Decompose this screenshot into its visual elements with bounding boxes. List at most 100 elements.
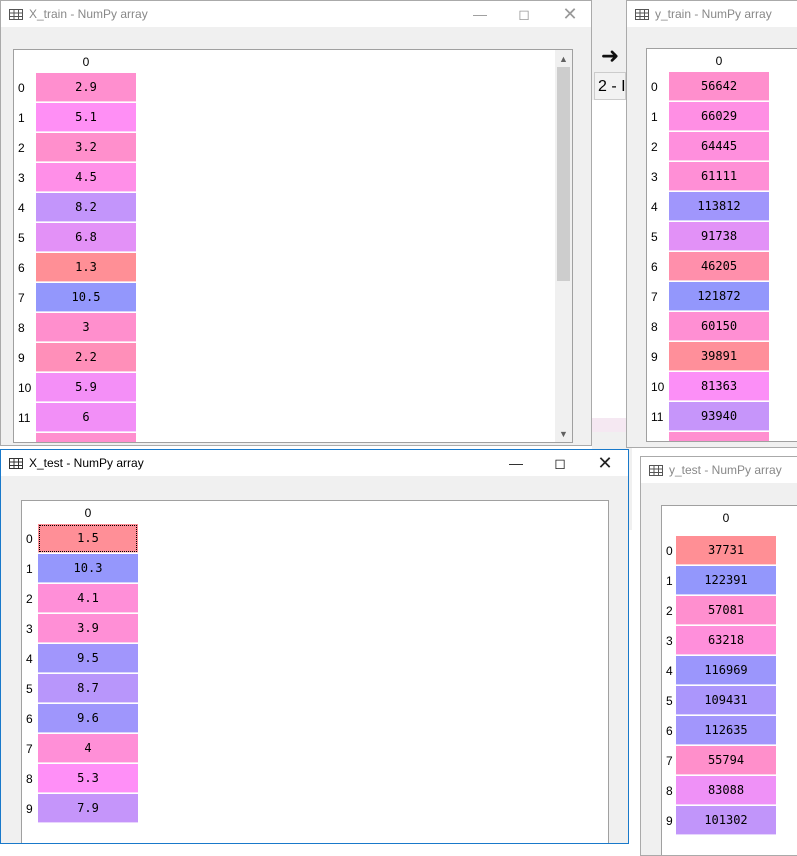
close-icon[interactable]: ✕ bbox=[547, 1, 591, 27]
y-test-window: y_test - NumPy array 0 0 37731 1 122391 2 570… bbox=[640, 456, 797, 856]
table-cell[interactable]: 109431 bbox=[676, 686, 776, 715]
table-cell[interactable]: 2.2 bbox=[36, 343, 136, 372]
table-cell[interactable]: 101302 bbox=[676, 806, 776, 835]
table-cell[interactable]: 8.7 bbox=[38, 674, 138, 703]
column-header[interactable]: 0 bbox=[669, 50, 769, 72]
window-title: X_train - NumPy array bbox=[29, 7, 148, 21]
table-cell[interactable]: 6.8 bbox=[36, 223, 136, 252]
row-index[interactable]: 10 bbox=[647, 372, 667, 402]
table-cell[interactable]: 3.2 bbox=[36, 133, 136, 162]
partial-row bbox=[669, 432, 769, 441]
row-index[interactable]: 5 bbox=[647, 222, 667, 252]
table-cell[interactable]: 7.9 bbox=[38, 794, 138, 823]
maximize-icon[interactable]: ◻ bbox=[537, 450, 583, 476]
minimize-icon[interactable]: — bbox=[493, 450, 539, 476]
column-header[interactable]: 0 bbox=[676, 507, 776, 529]
table-cell[interactable]: 10.5 bbox=[36, 283, 136, 312]
column-header[interactable]: 0 bbox=[38, 502, 138, 524]
x-train-window: X_train - NumPy array — ◻ ✕ 0 0 2.9 1 5.1 2 3… bbox=[0, 0, 592, 446]
table-cell[interactable]: 5.1 bbox=[36, 103, 136, 132]
table-cell[interactable]: 9.5 bbox=[38, 644, 138, 673]
row-index[interactable]: 0 bbox=[14, 73, 34, 103]
window-title: y_test - NumPy array bbox=[669, 463, 782, 477]
table-cell[interactable]: 10.3 bbox=[38, 554, 138, 583]
row-index[interactable]: 8 bbox=[647, 312, 667, 342]
table-cell[interactable]: 4.5 bbox=[36, 163, 136, 192]
row-index[interactable]: 7 bbox=[647, 282, 667, 312]
table-cell[interactable]: 121872 bbox=[669, 282, 769, 311]
column-header[interactable]: 0 bbox=[36, 51, 136, 73]
y-test-table: 0 0 37731 1 122391 2 57081 3 63218 4 116969 5 10943… bbox=[661, 505, 797, 855]
row-index[interactable]: 3 bbox=[14, 163, 34, 193]
table-cell[interactable]: 39891 bbox=[669, 342, 769, 371]
table-cell[interactable]: 81363 bbox=[669, 372, 769, 401]
table-cell[interactable]: 57081 bbox=[676, 596, 776, 625]
table-cell[interactable]: 3.9 bbox=[38, 614, 138, 643]
y-test-titlebar[interactable]: y_test - NumPy array bbox=[641, 457, 797, 483]
scroll-thumb[interactable] bbox=[557, 67, 570, 281]
row-index[interactable]: 6 bbox=[14, 253, 34, 283]
row-index[interactable]: 10 bbox=[14, 373, 34, 403]
vertical-scrollbar[interactable]: ▲ ▼ bbox=[555, 50, 572, 442]
table-cell[interactable]: 4 bbox=[38, 734, 138, 763]
background-strip bbox=[592, 100, 626, 420]
arrow-left-icon[interactable]: ➜ bbox=[595, 42, 625, 70]
table-cell[interactable]: 116969 bbox=[676, 656, 776, 685]
table-cell[interactable]: 1.5 bbox=[38, 524, 138, 553]
table-cell[interactable]: 1.3 bbox=[36, 253, 136, 282]
scroll-down-icon[interactable]: ▼ bbox=[555, 425, 572, 442]
table-cell[interactable]: 93940 bbox=[669, 402, 769, 431]
row-index[interactable]: 8 bbox=[14, 313, 34, 343]
row-index[interactable]: 9 bbox=[647, 342, 667, 372]
table-cell[interactable]: 5.3 bbox=[38, 764, 138, 793]
table-cell[interactable]: 56642 bbox=[669, 72, 769, 101]
y-train-table: 0 0 56642 1 66029 2 64445 3 61111 4 113812 5 91738 6… bbox=[646, 48, 797, 442]
window-title: X_test - NumPy array bbox=[29, 456, 144, 470]
table-cell[interactable]: 122391 bbox=[676, 566, 776, 595]
table-cell[interactable]: 83088 bbox=[676, 776, 776, 805]
table-cell[interactable]: 112635 bbox=[676, 716, 776, 745]
row-index[interactable]: 4 bbox=[14, 193, 34, 223]
table-cell[interactable]: 46205 bbox=[669, 252, 769, 281]
table-cell[interactable]: 63218 bbox=[676, 626, 776, 655]
table-grid-icon bbox=[635, 8, 649, 20]
row-index[interactable]: 1 bbox=[14, 103, 34, 133]
row-index[interactable]: 11 bbox=[647, 402, 667, 432]
table-cell[interactable]: 4.1 bbox=[38, 584, 138, 613]
row-index[interactable]: 0 bbox=[647, 72, 667, 102]
table-grid-icon bbox=[9, 457, 23, 469]
table-cell[interactable]: 55794 bbox=[676, 746, 776, 775]
minimize-icon[interactable]: — bbox=[457, 1, 503, 27]
scroll-up-icon[interactable]: ▲ bbox=[555, 50, 572, 67]
table-cell[interactable]: 61111 bbox=[669, 162, 769, 191]
table-cell[interactable]: 5.9 bbox=[36, 373, 136, 402]
row-index[interactable]: 11 bbox=[14, 403, 34, 433]
table-cell[interactable]: 6 bbox=[36, 403, 136, 432]
table-cell[interactable]: 66029 bbox=[669, 102, 769, 131]
table-cell[interactable]: 9.6 bbox=[38, 704, 138, 733]
row-index[interactable]: 9 bbox=[14, 343, 34, 373]
table-cell[interactable]: 3 bbox=[36, 313, 136, 342]
table-cell[interactable]: 113812 bbox=[669, 192, 769, 221]
row-index[interactable]: 5 bbox=[14, 223, 34, 253]
table-cell[interactable]: 60150 bbox=[669, 312, 769, 341]
x-test-table: 0 0 1.5 1 10.3 2 4.1 3 3.9 4 9.5 5 8.7 6 9.6 7 4 8 5.3 9 7.… bbox=[21, 500, 609, 843]
close-icon[interactable]: ✕ bbox=[582, 450, 628, 476]
row-index[interactable]: 7 bbox=[14, 283, 34, 313]
row-index[interactable]: 2 bbox=[14, 133, 34, 163]
y-train-window: y_train - NumPy array 0 0 56642 1 66029 2 644… bbox=[626, 0, 797, 448]
table-cell[interactable]: 2.9 bbox=[36, 73, 136, 102]
table-grid-icon bbox=[649, 464, 663, 476]
row-index[interactable]: 2 bbox=[647, 132, 667, 162]
row-index[interactable]: 3 bbox=[647, 162, 667, 192]
table-cell[interactable]: 91738 bbox=[669, 222, 769, 251]
table-cell[interactable]: 37731 bbox=[676, 536, 776, 565]
table-cell[interactable]: 64445 bbox=[669, 132, 769, 161]
background-tab[interactable]: 2 - I bbox=[594, 72, 626, 100]
row-index[interactable]: 6 bbox=[647, 252, 667, 282]
y-train-titlebar[interactable]: y_train - NumPy array bbox=[627, 1, 797, 27]
row-index[interactable]: 1 bbox=[647, 102, 667, 132]
row-index[interactable]: 4 bbox=[647, 192, 667, 222]
maximize-icon[interactable]: ◻ bbox=[501, 1, 547, 27]
table-cell[interactable]: 8.2 bbox=[36, 193, 136, 222]
